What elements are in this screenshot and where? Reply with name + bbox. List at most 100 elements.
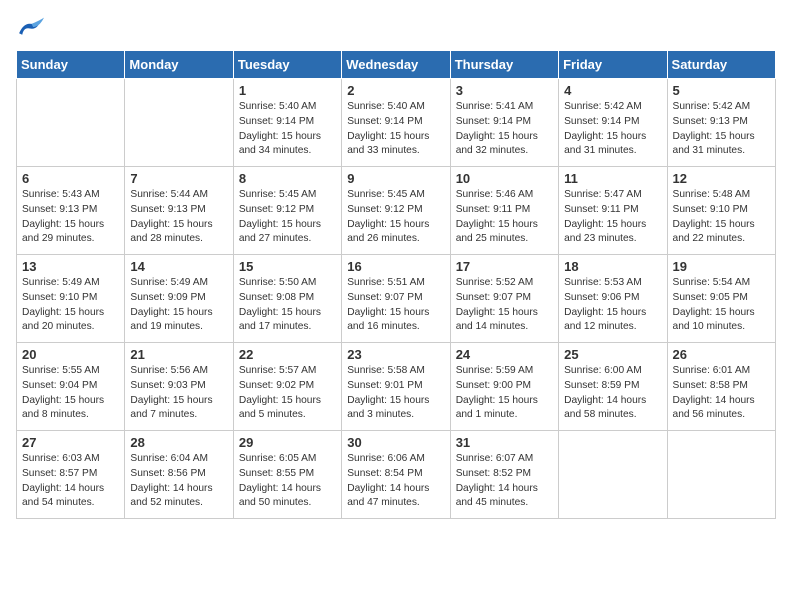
day-info: Sunrise: 5:45 AMSunset: 9:12 PMDaylight:…: [347, 188, 444, 247]
calendar-cell: 16 Sunrise: 5:51 AMSunset: 9:07 PMDayligh…: [342, 255, 450, 343]
day-info: Sunrise: 5:41 AMSunset: 9:14 PMDaylight:…: [456, 100, 553, 159]
day-info: Sunrise: 5:42 AMSunset: 9:13 PMDaylight:…: [673, 100, 770, 159]
week-row: 20 Sunrise: 5:55 AMSunset: 9:04 PMDayligh…: [17, 343, 776, 431]
day-info: Sunrise: 6:06 AMSunset: 8:54 PMDaylight:…: [347, 452, 444, 511]
day-number: 26: [673, 347, 770, 362]
day-number: 28: [130, 435, 227, 450]
day-info: Sunrise: 5:51 AMSunset: 9:07 PMDaylight:…: [347, 276, 444, 335]
day-info: Sunrise: 6:03 AMSunset: 8:57 PMDaylight:…: [22, 452, 119, 511]
day-number: 25: [564, 347, 661, 362]
calendar-cell: 14 Sunrise: 5:49 AMSunset: 9:09 PMDayligh…: [125, 255, 233, 343]
calendar-cell: 20 Sunrise: 5:55 AMSunset: 9:04 PMDayligh…: [17, 343, 125, 431]
day-info: Sunrise: 5:53 AMSunset: 9:06 PMDaylight:…: [564, 276, 661, 335]
day-number: 18: [564, 259, 661, 274]
logo: [16, 16, 48, 38]
calendar-cell: 3 Sunrise: 5:41 AMSunset: 9:14 PMDaylight…: [450, 79, 558, 167]
calendar-cell: 6 Sunrise: 5:43 AMSunset: 9:13 PMDaylight…: [17, 167, 125, 255]
calendar-cell: 15 Sunrise: 5:50 AMSunset: 9:08 PMDayligh…: [233, 255, 341, 343]
day-of-week-header: Sunday: [17, 51, 125, 79]
calendar-cell: 21 Sunrise: 5:56 AMSunset: 9:03 PMDayligh…: [125, 343, 233, 431]
day-info: Sunrise: 5:50 AMSunset: 9:08 PMDaylight:…: [239, 276, 336, 335]
day-number: 19: [673, 259, 770, 274]
day-number: 17: [456, 259, 553, 274]
day-info: Sunrise: 5:45 AMSunset: 9:12 PMDaylight:…: [239, 188, 336, 247]
calendar-cell: [667, 431, 775, 519]
day-info: Sunrise: 5:58 AMSunset: 9:01 PMDaylight:…: [347, 364, 444, 423]
calendar-cell: 23 Sunrise: 5:58 AMSunset: 9:01 PMDayligh…: [342, 343, 450, 431]
day-of-week-header: Saturday: [667, 51, 775, 79]
day-number: 30: [347, 435, 444, 450]
day-info: Sunrise: 5:43 AMSunset: 9:13 PMDaylight:…: [22, 188, 119, 247]
calendar-cell: 25 Sunrise: 6:00 AMSunset: 8:59 PMDayligh…: [559, 343, 667, 431]
calendar-cell: 22Sunrise: 5:57 AMSunset: 9:02 PMDayligh…: [233, 343, 341, 431]
day-info: Sunrise: 6:01 AMSunset: 8:58 PMDaylight:…: [673, 364, 770, 423]
logo-icon: [16, 16, 44, 38]
day-of-week-header: Wednesday: [342, 51, 450, 79]
calendar-cell: 2Sunrise: 5:40 AMSunset: 9:14 PMDaylight…: [342, 79, 450, 167]
day-number: 6: [22, 171, 119, 186]
day-number: 23: [347, 347, 444, 362]
calendar-cell: 29 Sunrise: 6:05 AMSunset: 8:55 PMDayligh…: [233, 431, 341, 519]
calendar-cell: 11 Sunrise: 5:47 AMSunset: 9:11 PMDayligh…: [559, 167, 667, 255]
calendar-cell: 27 Sunrise: 6:03 AMSunset: 8:57 PMDayligh…: [17, 431, 125, 519]
day-number: 3: [456, 83, 553, 98]
day-info: Sunrise: 5:40 AMSunset: 9:14 PMDaylight:…: [347, 100, 444, 159]
day-info: Sunrise: 5:49 AMSunset: 9:10 PMDaylight:…: [22, 276, 119, 335]
calendar-cell: 17 Sunrise: 5:52 AMSunset: 9:07 PMDayligh…: [450, 255, 558, 343]
page-header: [16, 16, 776, 38]
calendar-cell: 24 Sunrise: 5:59 AMSunset: 9:00 PMDayligh…: [450, 343, 558, 431]
day-info: Sunrise: 5:52 AMSunset: 9:07 PMDaylight:…: [456, 276, 553, 335]
day-info: Sunrise: 5:55 AMSunset: 9:04 PMDaylight:…: [22, 364, 119, 423]
day-number: 9: [347, 171, 444, 186]
day-info: Sunrise: 5:48 AMSunset: 9:10 PMDaylight:…: [673, 188, 770, 247]
calendar-cell: 19Sunrise: 5:54 AMSunset: 9:05 PMDayligh…: [667, 255, 775, 343]
day-number: 15: [239, 259, 336, 274]
day-info: Sunrise: 6:00 AMSunset: 8:59 PMDaylight:…: [564, 364, 661, 423]
day-number: 21: [130, 347, 227, 362]
calendar-cell: [559, 431, 667, 519]
day-of-week-header: Friday: [559, 51, 667, 79]
calendar-cell: 30 Sunrise: 6:06 AMSunset: 8:54 PMDayligh…: [342, 431, 450, 519]
calendar-cell: 28 Sunrise: 6:04 AMSunset: 8:56 PMDayligh…: [125, 431, 233, 519]
day-number: 8: [239, 171, 336, 186]
day-number: 14: [130, 259, 227, 274]
calendar-cell: 12 Sunrise: 5:48 AMSunset: 9:10 PMDayligh…: [667, 167, 775, 255]
day-info: Sunrise: 5:44 AMSunset: 9:13 PMDaylight:…: [130, 188, 227, 247]
day-info: Sunrise: 6:05 AMSunset: 8:55 PMDaylight:…: [239, 452, 336, 511]
day-info: Sunrise: 5:46 AMSunset: 9:11 PMDaylight:…: [456, 188, 553, 247]
day-number: 11: [564, 171, 661, 186]
day-info: Sunrise: 5:56 AMSunset: 9:03 PMDaylight:…: [130, 364, 227, 423]
calendar-cell: 5Sunrise: 5:42 AMSunset: 9:13 PMDaylight…: [667, 79, 775, 167]
day-info: Sunrise: 6:07 AMSunset: 8:52 PMDaylight:…: [456, 452, 553, 511]
day-number: 10: [456, 171, 553, 186]
day-of-week-header: Monday: [125, 51, 233, 79]
day-number: 1: [239, 83, 336, 98]
calendar-cell: 1 Sunrise: 5:40 AMSunset: 9:14 PMDaylight…: [233, 79, 341, 167]
day-info: Sunrise: 5:59 AMSunset: 9:00 PMDaylight:…: [456, 364, 553, 423]
day-number: 31: [456, 435, 553, 450]
day-number: 27: [22, 435, 119, 450]
day-info: Sunrise: 5:57 AMSunset: 9:02 PMDaylight:…: [239, 364, 336, 423]
calendar-cell: 8 Sunrise: 5:45 AMSunset: 9:12 PMDaylight…: [233, 167, 341, 255]
day-number: 7: [130, 171, 227, 186]
day-number: 16: [347, 259, 444, 274]
calendar-cell: [125, 79, 233, 167]
day-info: Sunrise: 5:49 AMSunset: 9:09 PMDaylight:…: [130, 276, 227, 335]
day-number: 29: [239, 435, 336, 450]
calendar-cell: 4 Sunrise: 5:42 AMSunset: 9:14 PMDaylight…: [559, 79, 667, 167]
week-row: 13 Sunrise: 5:49 AMSunset: 9:10 PMDayligh…: [17, 255, 776, 343]
day-of-week-header: Tuesday: [233, 51, 341, 79]
day-number: 20: [22, 347, 119, 362]
week-row: 27 Sunrise: 6:03 AMSunset: 8:57 PMDayligh…: [17, 431, 776, 519]
day-info: Sunrise: 5:42 AMSunset: 9:14 PMDaylight:…: [564, 100, 661, 159]
calendar-cell: 7 Sunrise: 5:44 AMSunset: 9:13 PMDaylight…: [125, 167, 233, 255]
calendar-cell: 13 Sunrise: 5:49 AMSunset: 9:10 PMDayligh…: [17, 255, 125, 343]
day-number: 12: [673, 171, 770, 186]
calendar-cell: 18 Sunrise: 5:53 AMSunset: 9:06 PMDayligh…: [559, 255, 667, 343]
day-info: Sunrise: 6:04 AMSunset: 8:56 PMDaylight:…: [130, 452, 227, 511]
day-number: 13: [22, 259, 119, 274]
day-number: 24: [456, 347, 553, 362]
day-info: Sunrise: 5:40 AMSunset: 9:14 PMDaylight:…: [239, 100, 336, 159]
day-number: 4: [564, 83, 661, 98]
day-info: Sunrise: 5:47 AMSunset: 9:11 PMDaylight:…: [564, 188, 661, 247]
